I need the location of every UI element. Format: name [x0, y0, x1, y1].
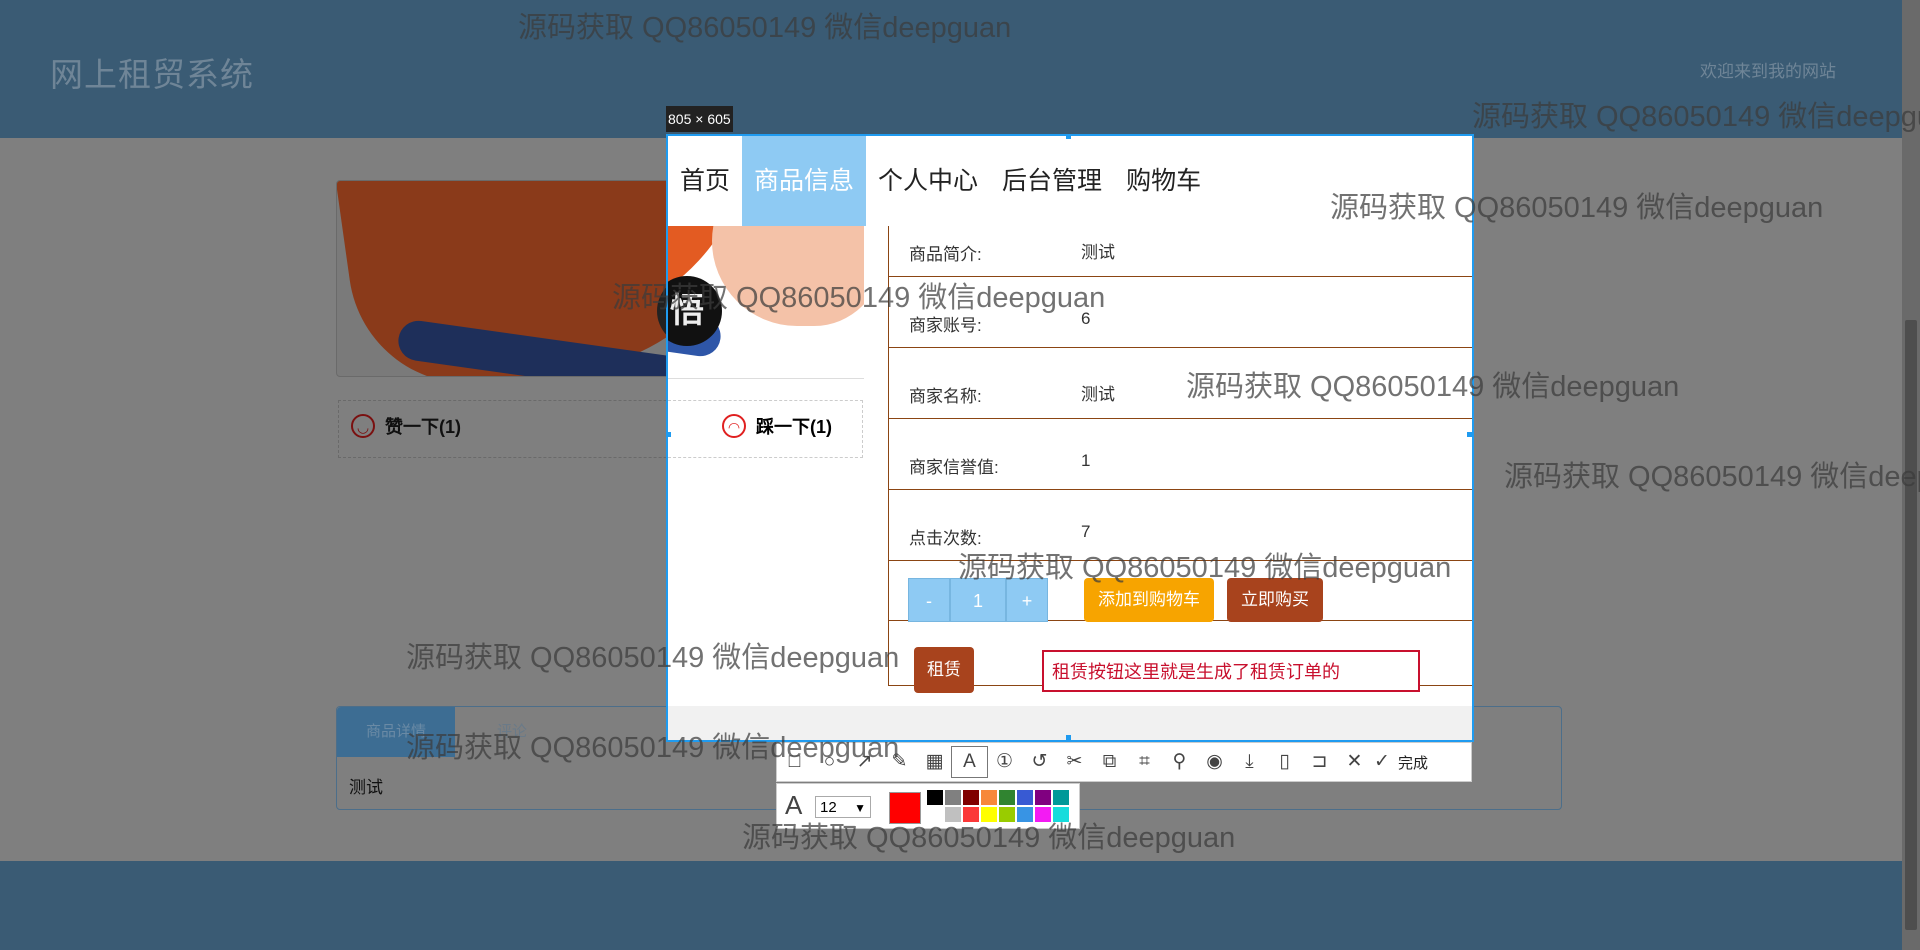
site-footer: [0, 861, 1920, 950]
color-swatch[interactable]: [927, 790, 943, 805]
dislike-box: ◠ 踩一下(1): [668, 400, 863, 458]
pin-top-icon[interactable]: ⚲: [1162, 747, 1197, 777]
quantity-minus-button[interactable]: -: [908, 578, 950, 622]
watermark: 源码获取 QQ86050149 微信deepguan: [1472, 101, 1920, 133]
close-icon[interactable]: ✕: [1337, 747, 1372, 777]
dislike-button-bright[interactable]: ◠ 踩一下(1): [722, 413, 832, 439]
ocr-icon[interactable]: ⌗: [1127, 747, 1162, 777]
text-annotation[interactable]: 租赁按钮这里就是生成了租赁订单的: [1042, 650, 1420, 692]
selection-size-label: 805 × 605: [666, 106, 733, 132]
long-screenshot-icon[interactable]: ▯: [1267, 747, 1302, 777]
pin-icon[interactable]: ✂: [1057, 747, 1092, 777]
color-swatch[interactable]: [945, 790, 961, 805]
done-button[interactable]: 完成: [1398, 752, 1428, 773]
watermark: 源码获取 QQ86050149 微信deepguan: [518, 12, 1012, 44]
resize-handle[interactable]: [668, 432, 671, 437]
watermark: 源码获取 QQ86050149 微信deepguan: [406, 642, 900, 674]
color-swatch[interactable]: [999, 790, 1015, 805]
watermark: 源码获取 QQ86050149 微信deepguan: [1186, 371, 1680, 403]
undo-icon[interactable]: ↺: [1022, 747, 1057, 777]
like-label: 赞一下(1): [385, 417, 461, 437]
detail-value: 7: [1081, 522, 1091, 541]
resize-handle[interactable]: [1066, 735, 1071, 740]
detail-value: 测试: [1081, 385, 1115, 404]
welcome-text: 欢迎来到我的网站: [1700, 62, 1836, 81]
tab-content: 测试: [349, 778, 383, 797]
site-title[interactable]: 网上租贸系统: [50, 48, 254, 96]
color-swatch[interactable]: [1053, 790, 1069, 805]
download-icon[interactable]: ⤓: [1232, 747, 1267, 777]
detail-key: 商家名称:: [909, 387, 982, 406]
color-swatch[interactable]: [1017, 790, 1033, 805]
color-swatch[interactable]: [963, 790, 979, 805]
translate-icon[interactable]: ⧉: [1092, 747, 1127, 777]
record-icon[interactable]: ◉: [1197, 747, 1232, 777]
check-icon: ✓: [1374, 751, 1390, 772]
watermark: 源码获取 QQ86050149 微信deepguan: [406, 732, 900, 764]
rent-button[interactable]: 租赁: [914, 647, 974, 693]
nav-home[interactable]: 首页: [668, 136, 742, 226]
dislike-label: 踩一下(1): [756, 417, 832, 437]
resize-handle[interactable]: [1066, 136, 1071, 139]
scrollbar-thumb[interactable]: [1905, 320, 1917, 930]
smile-icon: ◡: [351, 414, 375, 438]
detail-row: 商品简介: 测试: [888, 226, 1472, 277]
resize-handle[interactable]: [1467, 432, 1472, 437]
detail-key: 商品简介:: [909, 245, 982, 264]
watermark: 源码获取 QQ86050149 微信deepguan: [958, 552, 1452, 584]
detail-key: 商家信誉值:: [909, 458, 999, 477]
mosaic-icon[interactable]: ▦: [917, 747, 952, 777]
text-icon[interactable]: A: [951, 746, 988, 778]
watermark: 源码获取 QQ86050149 微信deepguan: [742, 822, 1236, 854]
detail-row: 商家信誉值: 1: [888, 419, 1472, 490]
detail-value: 1: [1081, 451, 1091, 470]
nav-cart[interactable]: 购物车: [1114, 136, 1213, 226]
color-swatch[interactable]: [1035, 790, 1051, 805]
watermark: 源码获取 QQ86050149 微信deepguan: [612, 282, 1106, 314]
color-swatch[interactable]: [981, 790, 997, 805]
frown-icon: ◠: [722, 414, 746, 438]
like-button[interactable]: ◡ 赞一下(1): [351, 413, 461, 439]
nav-product-info[interactable]: 商品信息: [742, 136, 867, 226]
watermark: 源码获取 QQ86050149 微信deepguan: [1504, 461, 1920, 493]
number-icon[interactable]: ①: [987, 747, 1022, 777]
nav-admin[interactable]: 后台管理: [990, 136, 1114, 226]
nav-personal-center[interactable]: 个人中心: [866, 136, 990, 226]
detail-value: 测试: [1081, 243, 1115, 262]
watermark: 源码获取 QQ86050149 微信deepguan: [1330, 192, 1824, 224]
bookmark-icon[interactable]: ⊐: [1302, 747, 1337, 777]
